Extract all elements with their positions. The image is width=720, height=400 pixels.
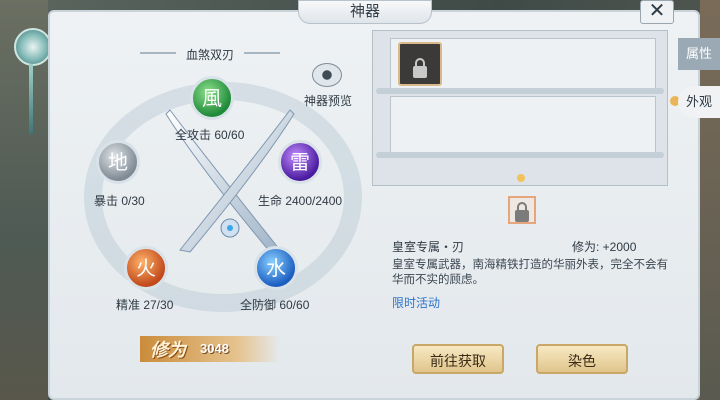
jade-ornament-icon bbox=[14, 28, 52, 66]
preview-label[interactable]: 神器预览 bbox=[300, 92, 356, 109]
row-divider bbox=[376, 88, 664, 94]
limited-event-link[interactable]: 限时活动 bbox=[392, 294, 440, 311]
stat-accuracy: 精准 27/30 bbox=[116, 298, 174, 312]
lock-icon bbox=[517, 202, 527, 210]
go-obtain-button[interactable]: 前往获取 bbox=[412, 344, 504, 374]
weapon-skin-slot[interactable] bbox=[398, 42, 442, 86]
tab-attributes[interactable]: 属性 bbox=[678, 38, 720, 70]
row-divider bbox=[376, 152, 664, 158]
locked-preview[interactable] bbox=[508, 196, 536, 224]
cultivation-label: 修为 bbox=[150, 340, 186, 361]
item-attribute: 修为: +2000 bbox=[572, 240, 637, 254]
appearance-row-empty[interactable] bbox=[390, 96, 656, 154]
tab-appearance[interactable]: 外观 bbox=[678, 86, 720, 118]
stat-orb-fire[interactable]: 火 bbox=[124, 246, 168, 290]
page-indicator-dot bbox=[517, 174, 525, 182]
item-title: 皇室专属・刃 bbox=[392, 240, 465, 254]
stat-orb-earth[interactable]: 地 bbox=[96, 140, 140, 184]
ornament-tassel bbox=[29, 64, 33, 134]
stat-orb-water[interactable]: 水 bbox=[254, 246, 298, 290]
item-description: 皇室专属武器，南海精铁打造的华丽外表，完全不会有华而不实的顾虑。 bbox=[392, 259, 668, 286]
stat-all-defense: 全防御 60/60 bbox=[240, 298, 310, 312]
weapon-name: 血煞双刃 bbox=[185, 48, 234, 62]
stat-orb-wind[interactable]: 風 bbox=[190, 76, 234, 120]
cultivation-value: 3048 bbox=[200, 341, 229, 356]
stat-hp: 生命 2400/2400 bbox=[258, 194, 343, 208]
lock-icon bbox=[415, 58, 425, 66]
stat-orb-thunder[interactable]: 雷 bbox=[278, 140, 322, 184]
twin-blades-icon bbox=[165, 109, 295, 253]
dye-button[interactable]: 染色 bbox=[536, 344, 628, 374]
close-button[interactable]: ✕ bbox=[640, 0, 674, 24]
lock-body bbox=[413, 66, 427, 78]
name-decoration-left bbox=[140, 52, 176, 54]
window-title: 神器 bbox=[298, 0, 432, 24]
stat-crit: 暴击 0/30 bbox=[94, 194, 145, 208]
name-decoration-right bbox=[244, 52, 280, 54]
eye-icon[interactable] bbox=[312, 63, 342, 87]
lock-body bbox=[515, 210, 529, 222]
stat-all-attack: 全攻击 60/60 bbox=[175, 128, 245, 142]
